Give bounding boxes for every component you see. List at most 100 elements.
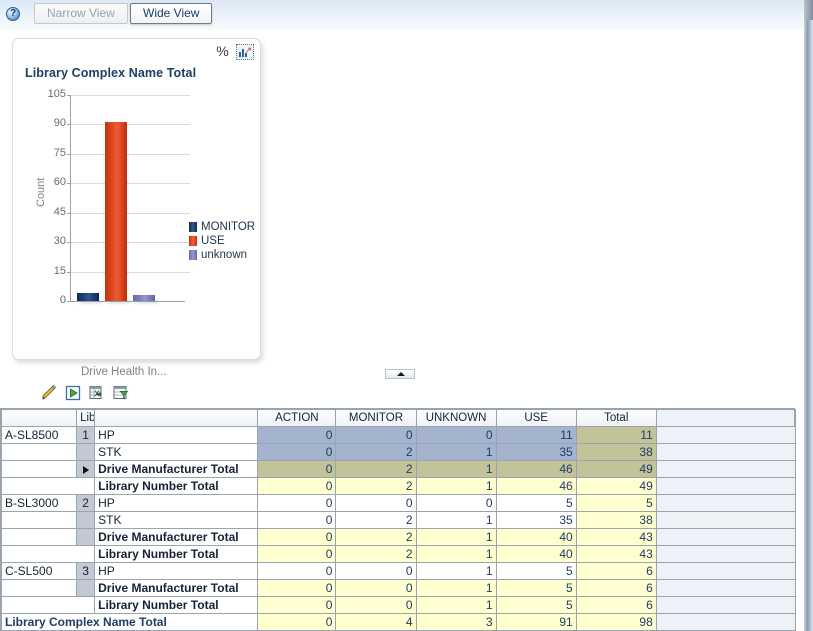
cell-grand-unknown[interactable]: 3: [415, 613, 497, 631]
header-manufacturer[interactable]: [94, 409, 259, 427]
header-unknown[interactable]: UNKNOWN: [415, 409, 497, 427]
right-scrollbar[interactable]: [804, 0, 813, 631]
cell-drive-manufacturer[interactable]: STK: [94, 443, 259, 461]
cell-library-complex[interactable]: [0, 511, 78, 529]
cell-drive-manufacturer[interactable]: Drive Manufacturer Total: [94, 460, 259, 478]
cell-total[interactable]: 38: [575, 511, 657, 529]
table-row[interactable]: Drive Manufacturer Total 0 2 1 40 43: [0, 528, 797, 546]
cell-monitor[interactable]: 2: [335, 511, 417, 529]
cell-drive-manufacturer[interactable]: STK: [94, 511, 259, 529]
cell-action[interactable]: 0: [257, 545, 337, 563]
cell-unknown[interactable]: 1: [415, 562, 497, 580]
cell-use[interactable]: 5: [495, 596, 577, 614]
export-excel-icon[interactable]: X: [88, 384, 106, 402]
chart-bar-monitor[interactable]: [77, 293, 99, 301]
cell-unknown[interactable]: 1: [415, 528, 497, 546]
cell-unknown[interactable]: 1: [415, 579, 497, 597]
chart-legend-item[interactable]: MONITOR: [189, 220, 255, 233]
cell-use[interactable]: 46: [495, 460, 577, 478]
cell-total[interactable]: 11: [575, 426, 657, 444]
scrollbar-thumb[interactable]: [804, 0, 813, 20]
cell-action[interactable]: 0: [257, 443, 337, 461]
cell-library-number[interactable]: [76, 460, 96, 478]
cell-monitor[interactable]: 0: [335, 562, 417, 580]
header-lib[interactable]: Lib: [76, 409, 96, 427]
cell-use[interactable]: 5: [495, 579, 577, 597]
cell-use[interactable]: 46: [495, 477, 577, 495]
table-row[interactable]: Library Number Total 0 0 1 5 6: [0, 596, 797, 614]
cell-monitor[interactable]: 2: [335, 460, 417, 478]
cell-unknown[interactable]: 1: [415, 596, 497, 614]
cell-action[interactable]: 0: [257, 460, 337, 478]
table-row[interactable]: B-SL3000 2 HP 0 0 0 5 5: [0, 494, 797, 512]
cell-library-number[interactable]: [76, 511, 96, 529]
cell-grand-monitor[interactable]: 4: [335, 613, 417, 631]
cell-use[interactable]: 35: [495, 511, 577, 529]
cell-action[interactable]: 0: [257, 426, 337, 444]
cell-grand-total[interactable]: 98: [575, 613, 657, 631]
cell-library-complex[interactable]: C-SL500: [0, 562, 78, 580]
cell-action[interactable]: 0: [257, 511, 337, 529]
cell-action[interactable]: 0: [257, 477, 337, 495]
cell-total[interactable]: 6: [575, 596, 657, 614]
cell-monitor[interactable]: 2: [335, 528, 417, 546]
cell-library-number[interactable]: 2: [76, 494, 96, 512]
chart-bar-use[interactable]: [105, 122, 127, 301]
chart-type-icon[interactable]: ↗: [236, 44, 254, 60]
cell-total[interactable]: 49: [575, 477, 657, 495]
cell-drive-manufacturer[interactable]: HP: [94, 494, 259, 512]
cell-use[interactable]: 5: [495, 562, 577, 580]
chart-bar-unknown[interactable]: [133, 295, 155, 301]
tab-narrow-view[interactable]: Narrow View: [34, 3, 128, 24]
cell-total[interactable]: 6: [575, 579, 657, 597]
percent-icon[interactable]: %: [214, 44, 231, 60]
cell-monitor[interactable]: 0: [335, 579, 417, 597]
cell-library-number[interactable]: 3: [76, 562, 96, 580]
cell-grand-action[interactable]: 0: [257, 613, 337, 631]
cell-unknown[interactable]: 1: [415, 443, 497, 461]
table-row[interactable]: C-SL500 3 HP 0 0 1 5 6: [0, 562, 797, 580]
table-row[interactable]: STK 0 2 1 35 38: [0, 443, 797, 461]
header-complex[interactable]: [0, 409, 78, 427]
table-grand-total-row[interactable]: Library Complex Name Total 0 4 3 91 98: [0, 613, 797, 631]
cell-grand-use[interactable]: 91: [495, 613, 577, 631]
cell-action[interactable]: 0: [257, 596, 337, 614]
cell-total[interactable]: 49: [575, 460, 657, 478]
chart-legend-item[interactable]: USE: [189, 234, 255, 247]
cell-drive-manufacturer[interactable]: HP: [94, 562, 259, 580]
cell-monitor[interactable]: 2: [335, 545, 417, 563]
cell-drive-manufacturer[interactable]: HP: [94, 426, 259, 444]
table-row[interactable]: Library Number Total 0 2 1 46 49: [0, 477, 797, 495]
cell-library-complex[interactable]: B-SL3000: [0, 494, 78, 512]
cell-row-label[interactable]: Library Number Total: [94, 545, 259, 563]
table-row[interactable]: STK 0 2 1 35 38: [0, 511, 797, 529]
cell-action[interactable]: 0: [257, 579, 337, 597]
cell-use[interactable]: 35: [495, 443, 577, 461]
cell-use[interactable]: 11: [495, 426, 577, 444]
cell-unknown[interactable]: 1: [415, 511, 497, 529]
header-total[interactable]: Total: [575, 409, 657, 427]
table-row[interactable]: Library Number Total 0 2 1 40 43: [0, 545, 797, 563]
cell-unknown[interactable]: 1: [415, 545, 497, 563]
header-action[interactable]: ACTION: [257, 409, 337, 427]
cell-total[interactable]: 43: [575, 528, 657, 546]
header-use[interactable]: USE: [495, 409, 577, 427]
table-row[interactable]: Drive Manufacturer Total 0 2 1 46 49: [0, 460, 797, 478]
tab-wide-view[interactable]: Wide View: [130, 3, 213, 24]
cell-row-label[interactable]: Library Number Total: [94, 596, 259, 614]
cell-unknown[interactable]: 1: [415, 460, 497, 478]
cell-library-complex[interactable]: [0, 579, 78, 597]
cell-total[interactable]: 5: [575, 494, 657, 512]
cell-monitor[interactable]: 0: [335, 596, 417, 614]
header-monitor[interactable]: MONITOR: [335, 409, 417, 427]
cell-action[interactable]: 0: [257, 562, 337, 580]
chart-legend-item[interactable]: unknown: [189, 248, 255, 261]
collapse-panel-handle[interactable]: [385, 369, 415, 379]
cell-total[interactable]: 43: [575, 545, 657, 563]
cell-unknown[interactable]: 0: [415, 426, 497, 444]
cell-row-label[interactable]: Library Number Total: [94, 477, 259, 495]
cell-library-number[interactable]: 1: [76, 426, 96, 444]
cell-library-number[interactable]: [76, 579, 96, 597]
cell-library-complex[interactable]: [0, 460, 78, 478]
table-row[interactable]: Drive Manufacturer Total 0 0 1 5 6: [0, 579, 797, 597]
